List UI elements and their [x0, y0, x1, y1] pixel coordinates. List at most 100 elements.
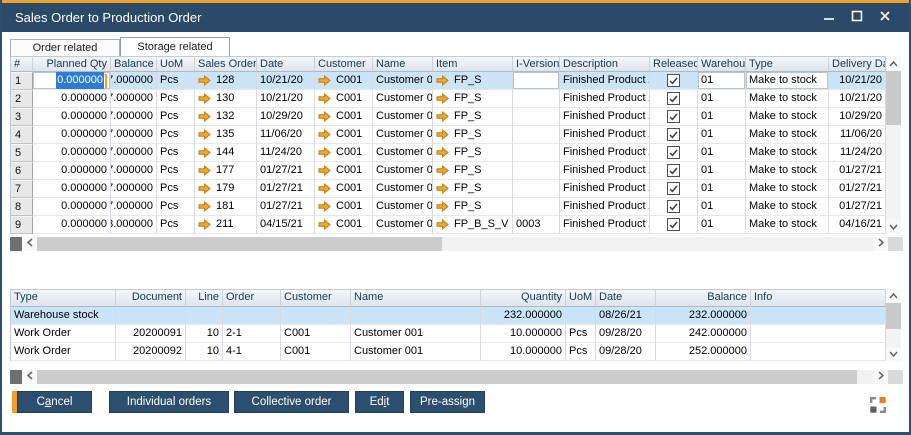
scrollbar-split-handle[interactable] [10, 237, 22, 251]
row-number[interactable]: 9 [11, 216, 33, 234]
column-header-customer[interactable]: Customer [281, 290, 351, 307]
link-arrow-icon[interactable] [198, 75, 211, 86]
tab-storage-related[interactable]: Storage related [120, 37, 230, 56]
column-header-planned-qty[interactable]: Planned Qty [33, 57, 111, 72]
column-header-date[interactable]: Date [257, 57, 315, 72]
link-arrow-icon[interactable] [436, 219, 449, 230]
table-row[interactable]: 30.00000087.000000Pcs13210/29/20C001Cust… [11, 108, 886, 126]
row-number[interactable]: 5 [11, 144, 33, 162]
table-row[interactable]: Work Order20200091102-1C001Customer 0011… [11, 325, 886, 343]
scrollbar-track[interactable] [886, 329, 901, 347]
column-header-customer[interactable]: Customer [315, 57, 373, 72]
scroll-down-button[interactable] [886, 347, 901, 361]
edit-button[interactable]: Edit [355, 391, 404, 413]
column-header-warehouse[interactable]: Warehous [698, 57, 746, 72]
released-checkbox[interactable] [667, 218, 680, 231]
link-arrow-icon[interactable] [198, 201, 211, 212]
released-checkbox[interactable] [667, 164, 680, 177]
scroll-right-button[interactable] [873, 237, 888, 251]
released-checkbox[interactable] [667, 74, 680, 87]
link-arrow-icon[interactable] [436, 201, 449, 212]
released-checkbox[interactable] [667, 128, 680, 141]
row-number[interactable]: 7 [11, 180, 33, 198]
scroll-right-button[interactable] [873, 370, 888, 384]
assignment-table-vertical-scrollbar[interactable] [886, 289, 901, 361]
column-header-i-version[interactable]: I-Version [513, 57, 560, 72]
row-number[interactable]: 4 [11, 126, 33, 144]
column-header-uom[interactable]: UoM [157, 57, 195, 72]
released-checkbox[interactable] [667, 110, 680, 123]
column-header-order[interactable]: Order [223, 290, 281, 307]
released-checkbox[interactable] [667, 146, 680, 159]
column-header-name[interactable]: Name [351, 290, 481, 307]
minimize-button[interactable] [815, 6, 843, 30]
link-arrow-icon[interactable] [198, 183, 211, 194]
link-arrow-icon[interactable] [318, 93, 331, 104]
link-arrow-icon[interactable] [318, 147, 331, 158]
link-arrow-icon[interactable] [318, 201, 331, 212]
link-arrow-icon[interactable] [436, 129, 449, 140]
scrollbar-thumb[interactable] [886, 71, 901, 125]
released-checkbox[interactable] [667, 200, 680, 213]
main-table-vertical-scrollbar[interactable] [886, 56, 901, 234]
scroll-up-button[interactable] [886, 56, 901, 71]
column-header-sales-order[interactable]: Sales Order [195, 57, 257, 72]
column-header-description[interactable]: Description [560, 57, 650, 72]
column-header-balance[interactable]: Balance [656, 290, 751, 307]
link-arrow-icon[interactable] [318, 183, 331, 194]
link-arrow-icon[interactable] [318, 129, 331, 140]
column-header-type[interactable]: Type [11, 290, 116, 307]
link-arrow-icon[interactable] [198, 129, 211, 140]
link-arrow-icon[interactable] [198, 111, 211, 122]
link-arrow-icon[interactable] [318, 165, 331, 176]
cancel-button[interactable]: Cancel [17, 391, 92, 413]
column-header-balance[interactable]: Balance [111, 57, 157, 72]
table-row[interactable]: 10.00000087.000000Pcs12810/21/20C001Cust… [11, 72, 886, 90]
link-arrow-icon[interactable] [318, 111, 331, 122]
scrollbar-thumb[interactable] [37, 370, 857, 384]
table-row[interactable]: 50.00000087.000000Pcs14411/24/20C001Cust… [11, 144, 886, 162]
link-arrow-icon[interactable] [198, 219, 211, 230]
scrollbar-thumb[interactable] [37, 237, 442, 251]
pre-assign-button[interactable]: Pre-assign [410, 391, 485, 413]
column-header-quantity[interactable]: Quantity [481, 290, 566, 307]
collective-order-button[interactable]: Collective order [234, 391, 349, 413]
table-row[interactable]: 70.00000087.000000Pcs17901/27/21C001Cust… [11, 180, 886, 198]
resize-grip-icon[interactable] [869, 396, 887, 414]
scroll-left-button[interactable] [22, 370, 37, 384]
row-number[interactable]: 3 [11, 108, 33, 126]
table-row[interactable]: Work Order20200092104-1C001Customer 0011… [11, 343, 886, 361]
link-arrow-icon[interactable] [436, 111, 449, 122]
scroll-up-button[interactable] [886, 289, 901, 303]
column-header-uom[interactable]: UoM [566, 290, 596, 307]
released-checkbox[interactable] [667, 92, 680, 105]
column-header-info[interactable]: Info [751, 290, 886, 307]
close-button[interactable] [871, 6, 899, 30]
link-arrow-icon[interactable] [436, 75, 449, 86]
tab-order-related[interactable]: Order related [10, 39, 120, 56]
assignment-table-horizontal-scrollbar[interactable] [10, 370, 903, 384]
link-arrow-icon[interactable] [436, 183, 449, 194]
column-header-name[interactable]: Name [373, 57, 433, 72]
scrollbar-track[interactable] [886, 125, 901, 219]
scrollbar-thumb[interactable] [886, 303, 901, 329]
row-number[interactable]: 1 [11, 72, 33, 90]
scrollbar-track[interactable] [857, 370, 873, 384]
released-checkbox[interactable] [667, 182, 680, 195]
table-row[interactable]: Warehouse stock232.00000008/26/21232.000… [11, 307, 886, 325]
scrollbar-track[interactable] [442, 237, 873, 251]
column-header-num[interactable]: # [11, 57, 33, 72]
column-header-item[interactable]: Item [433, 57, 513, 72]
scroll-down-button[interactable] [886, 219, 901, 234]
table-row[interactable]: 60.00000087.000000Pcs17701/27/21C001Cust… [11, 162, 886, 180]
main-table-horizontal-scrollbar[interactable] [10, 237, 903, 251]
link-arrow-icon[interactable] [318, 219, 331, 230]
planned-qty-edit-field[interactable]: 0.000000 [33, 72, 111, 90]
individual-orders-button[interactable]: Individual orders [109, 391, 229, 413]
column-header-document[interactable]: Document [116, 290, 186, 307]
link-arrow-icon[interactable] [198, 147, 211, 158]
maximize-button[interactable] [843, 6, 871, 30]
table-row[interactable]: 90.00000023.000000Pcs21104/15/21C001Cust… [11, 216, 886, 234]
table-row[interactable]: 20.00000087.000000Pcs13010/21/20C001Cust… [11, 90, 886, 108]
column-header-type[interactable]: Type [746, 57, 829, 72]
